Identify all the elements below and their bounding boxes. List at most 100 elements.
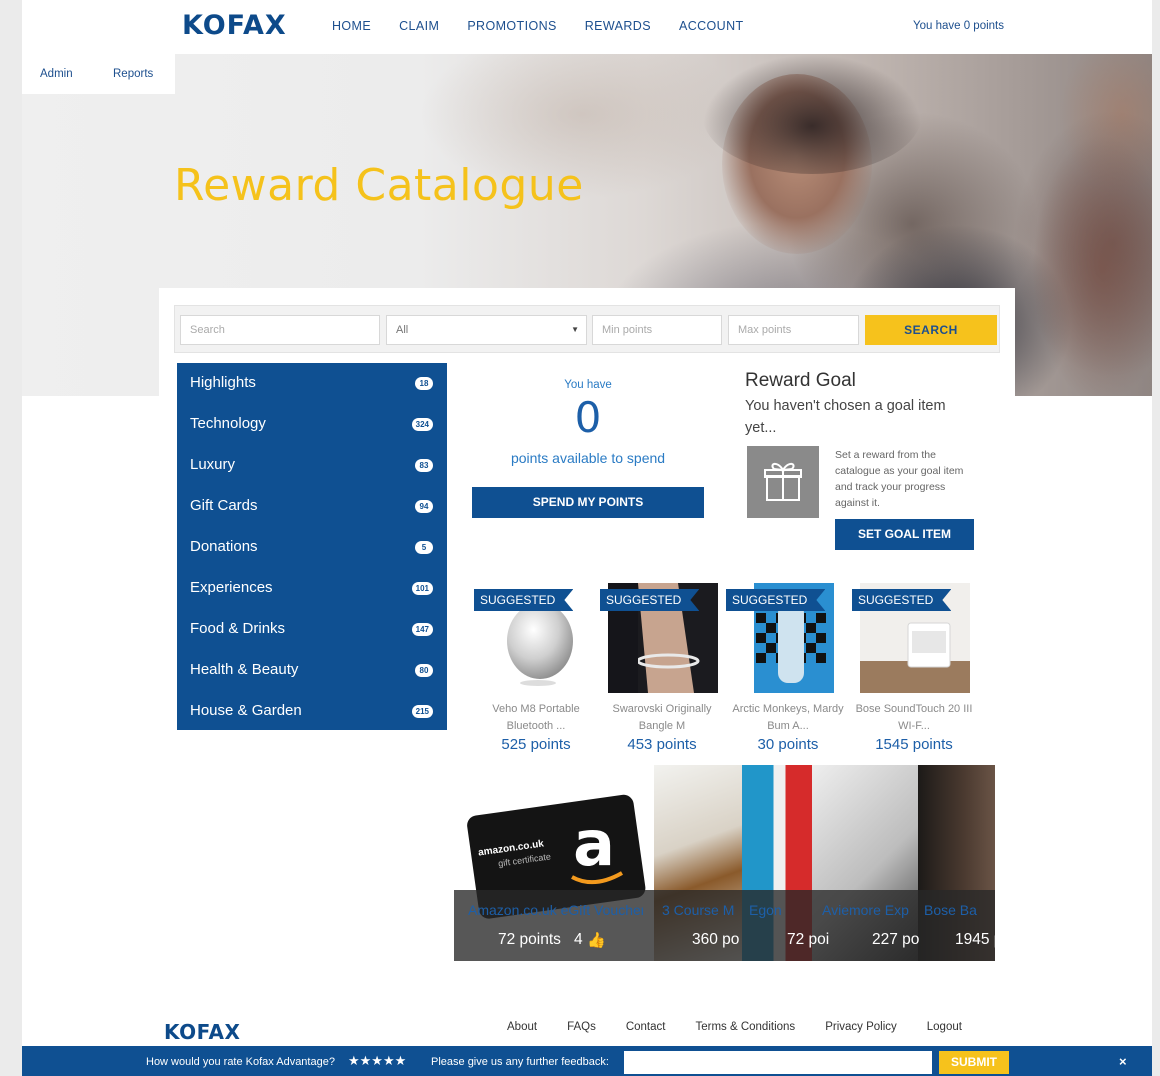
category-label: Highlights [190,374,256,391]
goal-placeholder-image [747,446,819,518]
category-label: Technology [190,415,266,432]
close-icon[interactable]: × [1119,1054,1127,1069]
category-label: Luxury [190,456,236,473]
kofax-logo[interactable]: KOFAX [182,10,287,41]
category-label: Gift Cards [190,497,258,514]
set-goal-item-button[interactable]: SET GOAL ITEM [835,519,974,550]
search-bar: Search All ▼ Min points Max points SEARC… [174,305,1000,353]
admin-link[interactable]: Admin [40,68,73,80]
category-item-house-garden[interactable]: House & Garden 215 [177,691,447,732]
category-select-value: All [396,324,409,336]
feedback-rating-question: How would you rate Kofax Advantage? [146,1056,335,1068]
search-input[interactable]: Search [180,315,380,345]
category-count-badge: 83 [415,459,433,472]
you-have-label: You have [564,379,612,391]
chevron-down-icon: ▼ [571,325,579,334]
category-count-badge: 147 [411,623,433,636]
category-count-badge: 94 [415,500,433,513]
star-rating[interactable]: ★★★★★ [348,1053,406,1069]
suggested-tag: SUGGESTED [726,589,825,611]
svg-text:a: a [573,807,615,880]
min-points-input[interactable]: Min points [592,315,722,345]
hero-photo-hair [702,54,922,174]
points-available-label: points available to spend [510,450,666,466]
category-item-gift-cards[interactable]: Gift Cards 94 [177,486,447,527]
footer-link-logout[interactable]: Logout [927,1021,962,1033]
nav-home[interactable]: HOME [332,19,371,33]
carousel-item-name: 3 Course M [662,902,735,918]
product-name: Bose SoundTouch 20 III WI-F... [855,703,973,732]
spend-points-button[interactable]: SPEND MY POINTS [472,487,704,518]
page-title: Reward Catalogue [174,160,584,211]
category-item-food-drinks[interactable]: Food & Drinks 147 [177,609,447,650]
category-item-luxury[interactable]: Luxury 83 [177,445,447,486]
carousel-caption-overlay [454,890,995,961]
footer-link-terms[interactable]: Terms & Conditions [695,1021,795,1033]
reward-goal-subtitle: You haven't chosen a goal item yet... [745,398,946,436]
carousel-item-name: Egon [749,902,782,918]
feedback-bar: How would you rate Kofax Advantage? ★★★★… [22,1046,1152,1076]
nav-account[interactable]: ACCOUNT [679,19,744,33]
carousel-item-points: 72 points [498,931,561,948]
suggested-tag: SUGGESTED [852,589,951,611]
category-count-badge: 5 [415,541,433,554]
admin-bar: Admin Reports [22,54,175,94]
category-label: Experiences [190,579,273,596]
carousel-item-points: 227 po [872,931,920,948]
product-points: 453 points [627,736,697,753]
footer-link-about[interactable]: About [507,1021,537,1033]
category-count-badge: 18 [415,377,433,390]
carousel-item-name: Bose Ba [924,902,977,918]
product-points: 30 points [757,736,819,753]
page: KOFAX HOME CLAIM PROMOTIONS REWARDS ACCO… [22,0,1152,1076]
footer-link-faqs[interactable]: FAQs [567,1021,596,1033]
feedback-prompt: Please give us any further feedback: [431,1056,609,1068]
thumbs-up-icon[interactable]: 👍 [587,931,606,949]
feedback-submit-button[interactable]: SUBMIT [939,1051,1009,1074]
carousel-item-name: Aviemore Exp [822,902,909,918]
category-item-donations[interactable]: Donations 5 [177,527,447,568]
category-item-experiences[interactable]: Experiences 101 [177,568,447,609]
reports-link[interactable]: Reports [113,68,153,80]
points-balance-header: You have 0 points [912,20,1004,32]
category-item-highlights[interactable]: Highlights 18 [177,363,447,404]
category-item-technology[interactable]: Technology 324 [177,404,447,445]
hero-photo-person-right [1032,134,1152,396]
search-button[interactable]: SEARCH [865,315,997,345]
feedback-input[interactable] [624,1051,932,1074]
category-label: Food & Drinks [190,620,286,637]
suggested-item[interactable]: SUGGESTED Veho M8 Portable Bluetooth ...… [474,583,598,755]
footer-link-contact[interactable]: Contact [626,1021,666,1033]
carousel-item-points: 360 po [692,931,740,948]
product-name: Veho M8 Portable Bluetooth ... [492,703,580,732]
category-count-badge: 215 [411,705,433,718]
nav-claim[interactable]: CLAIM [399,19,439,33]
category-sidebar: Highlights 18 Technology 324 Luxury 83 G… [177,363,447,730]
suggested-tag: SUGGESTED [474,589,573,611]
category-label: Donations [190,538,258,555]
carousel-item-name: Amazon.co.uk eGift Voucher [468,902,643,918]
nav-rewards[interactable]: REWARDS [585,19,651,33]
featured-carousel[interactable]: a amazon.co.uk gift certificate Amazon.c… [454,765,995,961]
footer-link-privacy[interactable]: Privacy Policy [825,1021,897,1033]
category-count-badge: 80 [415,664,433,677]
suggested-item[interactable]: SUGGESTED Arctic Monkeys, Mardy Bum A...… [726,583,850,755]
footer-kofax-logo[interactable]: KOFAX [164,1020,240,1044]
carousel-item-points: 1945 p [955,931,995,948]
suggested-item[interactable]: SUGGESTED Bose SoundTouch 20 III WI-F...… [852,583,976,755]
max-points-input[interactable]: Max points [728,315,859,345]
category-item-health-beauty[interactable]: Health & Beauty 80 [177,650,447,691]
suggested-item[interactable]: SUGGESTED Swarovski Originally Bangle M … [600,583,724,755]
category-label: Health & Beauty [190,661,299,678]
reward-goal-title: Reward Goal [745,370,856,391]
product-name: Swarovski Originally Bangle M [612,703,712,732]
reward-goal-description: Set a reward from the catalogue as your … [835,449,964,509]
product-points: 1545 points [875,736,953,753]
points-balance-value: 0 [574,393,602,442]
carousel-item-points: 72 poi [787,931,830,948]
main-nav: HOME CLAIM PROMOTIONS REWARDS ACCOUNT [332,19,744,33]
category-select[interactable]: All ▼ [386,315,587,345]
nav-promotions[interactable]: PROMOTIONS [467,19,556,33]
category-count-badge: 101 [411,582,433,595]
top-navigation: KOFAX HOME CLAIM PROMOTIONS REWARDS ACCO… [22,0,1152,54]
